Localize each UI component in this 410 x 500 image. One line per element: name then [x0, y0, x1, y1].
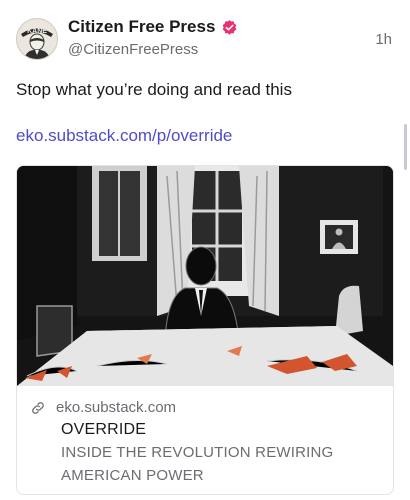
social-post: KANE Citizen Free Press @CitizenFreePres… — [0, 0, 410, 500]
scrollbar[interactable] — [404, 124, 407, 170]
card-illustration — [17, 166, 393, 386]
author-name[interactable]: Citizen Free Press — [68, 17, 215, 37]
author-handle[interactable]: @CitizenFreePress — [68, 41, 238, 58]
avatar-illustration: KANE — [17, 19, 57, 59]
link-icon — [32, 401, 44, 414]
author-block: Citizen Free Press @CitizenFreePress — [68, 16, 238, 58]
card-title: OVERRIDE — [61, 421, 147, 438]
link-preview-card[interactable]: eko.substack.com OVERRIDE INSIDE THE REV… — [16, 165, 394, 495]
verified-badge-icon — [223, 19, 237, 35]
post-text: Stop what you’re doing and read this — [16, 80, 292, 99]
author-avatar[interactable]: KANE — [16, 18, 58, 60]
post-link[interactable]: eko.substack.com/p/override — [16, 126, 232, 146]
card-description: INSIDE THE REVOLUTION REWIRING AMERICAN … — [61, 444, 334, 484]
card-image[interactable] — [17, 166, 393, 386]
post-timestamp[interactable]: 1h — [375, 31, 392, 48]
card-domain: eko.substack.com — [56, 399, 177, 416]
card-info[interactable]: eko.substack.com OVERRIDE INSIDE THE REV… — [17, 386, 393, 494]
